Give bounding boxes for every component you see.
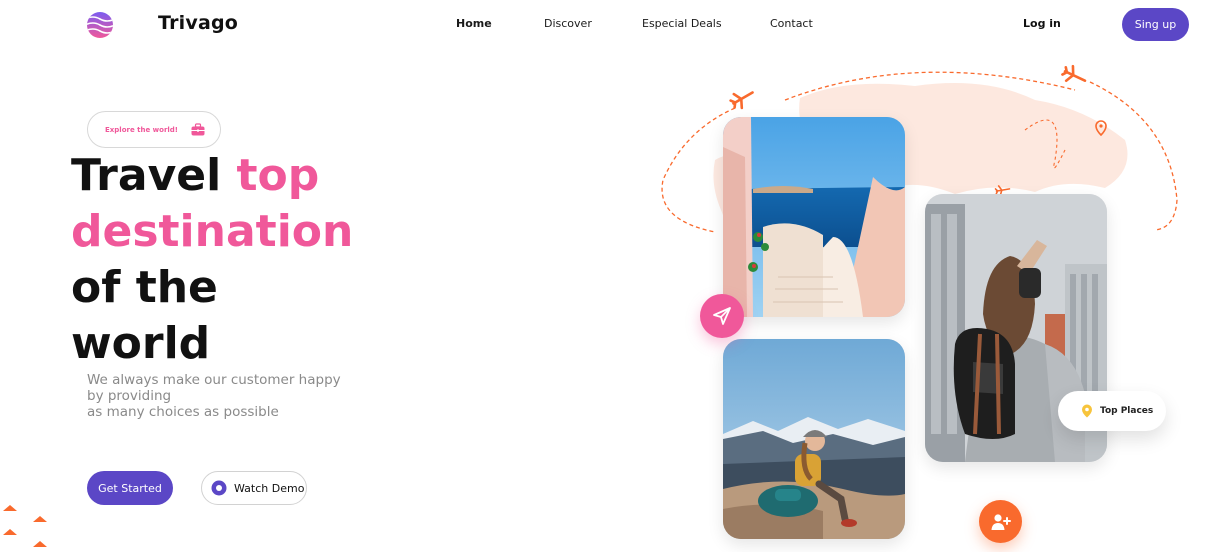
airplane-icon — [1061, 64, 1087, 83]
headline-text: of the — [71, 262, 218, 313]
headline-text: world — [71, 318, 211, 369]
description-line: as many choices as possible — [87, 404, 279, 420]
top-places-badge[interactable]: Top Places — [1058, 391, 1166, 431]
headline-text: Travel — [71, 150, 237, 201]
nav-contact-link[interactable]: Contact — [770, 17, 813, 30]
explore-badge-label: Explore the world! — [105, 126, 178, 134]
send-button[interactable] — [700, 294, 744, 338]
watch-demo-button[interactable]: Watch Demo — [201, 471, 307, 505]
description-line: by providing — [87, 388, 172, 404]
striped-circle-logo[interactable] — [85, 10, 115, 40]
get-started-button[interactable]: Get Started — [87, 471, 173, 505]
paper-plane-icon — [713, 307, 731, 325]
mountain-hiker-photo — [723, 339, 905, 539]
nav-deals-link[interactable]: Especial Deals — [642, 17, 722, 30]
login-link[interactable]: Log in — [1023, 17, 1061, 30]
santorini-stairs-photo — [723, 117, 905, 317]
play-icon — [211, 480, 227, 496]
description-line: We always make our customer happy — [87, 372, 341, 388]
brand-name[interactable]: Trivago — [158, 12, 238, 34]
watch-demo-label: Watch Demo — [234, 481, 305, 495]
nav-home-link[interactable]: Home — [456, 17, 492, 30]
triangle-decoration — [3, 505, 47, 547]
hero-description: We always make our customer happy by pro… — [87, 372, 347, 420]
signup-button[interactable]: Sing up — [1122, 8, 1189, 41]
map-pin-icon — [1082, 404, 1092, 418]
signup-button-label: Sing up — [1134, 18, 1177, 31]
explore-badge: Explore the world! — [87, 111, 221, 148]
add-user-icon — [991, 513, 1011, 530]
briefcase-icon — [191, 123, 205, 136]
top-places-label: Top Places — [1100, 406, 1154, 416]
hero-headline: Travel top destination of the world — [71, 148, 353, 372]
nav-discover-link[interactable]: Discover — [544, 17, 592, 30]
headline-accent-text: top — [236, 150, 320, 201]
add-user-button[interactable] — [979, 500, 1022, 543]
airplane-icon — [729, 91, 754, 110]
headline-accent-text: destination — [71, 206, 354, 257]
get-started-label: Get Started — [98, 481, 162, 495]
